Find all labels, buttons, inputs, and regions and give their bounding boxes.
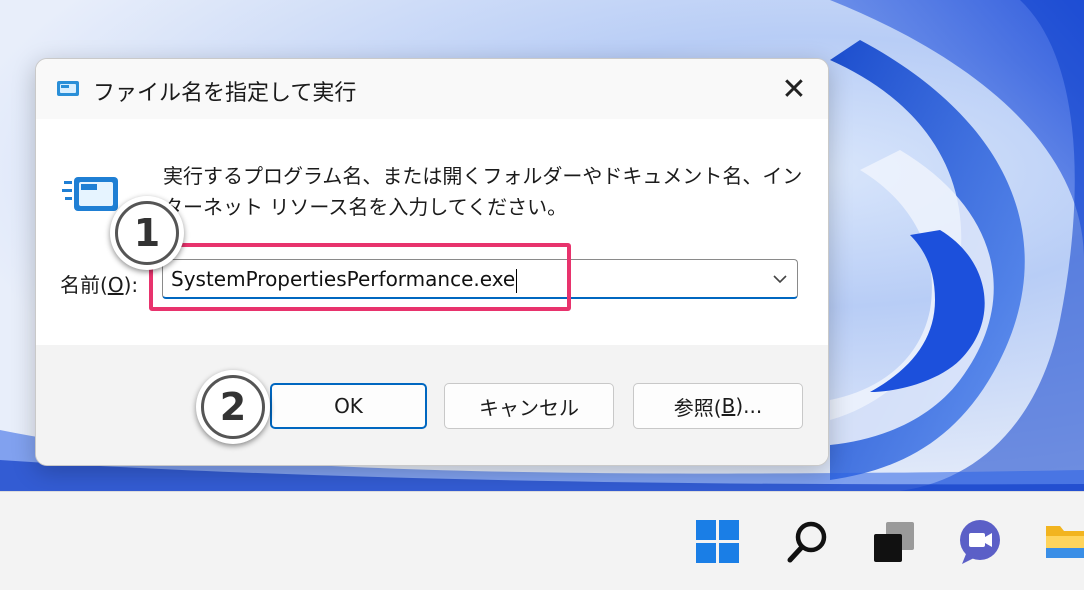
step-2-marker: 2 — [196, 370, 270, 444]
ok-button[interactable]: OK — [270, 383, 427, 429]
browse-button[interactable]: 参照(B)... — [633, 383, 803, 429]
file-explorer-icon[interactable] — [1040, 514, 1084, 570]
close-icon: ✕ — [781, 71, 807, 107]
step-1-marker: 1 — [110, 196, 184, 270]
task-view-icon[interactable] — [866, 514, 922, 570]
run-icon — [56, 78, 82, 100]
dialog-description: 実行するプログラム名、または開くフォルダーやドキュメント名、インターネット リソ… — [163, 164, 803, 219]
chevron-down-icon[interactable] — [771, 270, 789, 288]
run-program-icon — [62, 171, 122, 223]
taskbar — [0, 491, 1084, 590]
windows-start-icon[interactable] — [690, 514, 746, 570]
cancel-button[interactable]: キャンセル — [444, 383, 614, 429]
chat-icon[interactable] — [952, 514, 1008, 570]
close-button[interactable]: ✕ — [774, 69, 814, 109]
input-highlight-box — [149, 243, 571, 311]
search-icon[interactable] — [780, 514, 836, 570]
name-label: 名前(O): — [60, 273, 139, 297]
dialog-title: ファイル名を指定して実行 — [93, 81, 357, 106]
dialog-footer: OK キャンセル 参照(B)... — [36, 345, 828, 465]
dialog-titlebar[interactable]: ファイル名を指定して実行 ✕ — [36, 59, 828, 119]
